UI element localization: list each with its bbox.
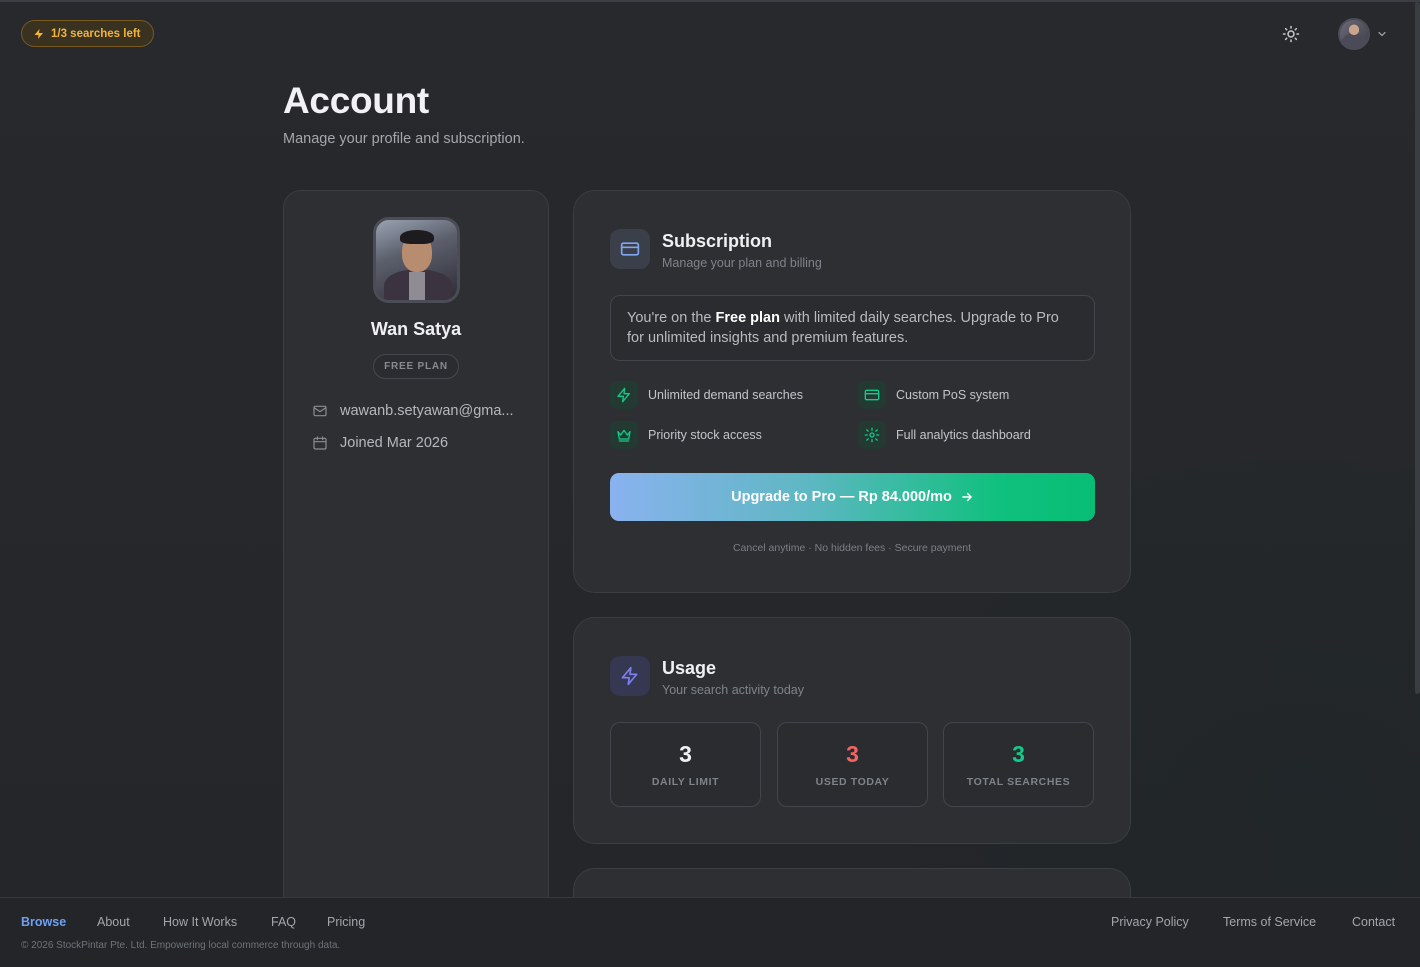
theme-toggle-button[interactable] (1279, 22, 1303, 46)
footer-link-faq[interactable]: FAQ (271, 915, 296, 929)
feature-label: Unlimited demand searches (648, 388, 803, 402)
scrollbar[interactable] (1415, 2, 1420, 694)
plan-name: Free plan (715, 310, 780, 326)
stat-label: TOTAL SEARCHES (966, 776, 1071, 788)
footer-link-privacy[interactable]: Privacy Policy (1111, 915, 1189, 929)
feature-label: Priority stock access (648, 428, 762, 442)
footer: Browse About How It Works FAQ Pricing Pr… (0, 897, 1420, 967)
stat-value: 3 (846, 741, 859, 767)
usage-card: Usage Your search activity today 3 DAILY… (573, 617, 1131, 844)
feature-item: Unlimited demand searches (610, 381, 803, 409)
plan-note: You're on the Free plan with limited dai… (610, 295, 1095, 361)
mail-icon (313, 405, 327, 417)
footer-link-how-it-works[interactable]: How It Works (163, 915, 237, 929)
chevron-down-icon (1378, 31, 1386, 37)
footer-link-terms[interactable]: Terms of Service (1223, 915, 1316, 929)
credit-card-icon (610, 229, 650, 269)
footer-link-browse[interactable]: Browse (21, 915, 66, 929)
subscription-subtitle: Manage your plan and billing (662, 256, 822, 270)
fine-print: Cancel anytime · No hidden fees · Secure… (732, 542, 972, 554)
gear-icon (858, 421, 886, 449)
top-border (0, 0, 1420, 2)
upgrade-button[interactable]: Upgrade to Pro — Rp 84.000/mo (610, 473, 1095, 521)
searches-left-label: 1/3 searches left (51, 27, 141, 40)
feature-item: Custom PoS system (858, 381, 1009, 409)
zap-icon (34, 28, 43, 39)
user-menu-button[interactable] (1338, 18, 1388, 50)
crown-icon (610, 421, 638, 449)
usage-title: Usage (662, 658, 717, 678)
feature-label: Custom PoS system (896, 388, 1010, 402)
upgrade-label: Upgrade to Pro — Rp 84.000/mo (731, 489, 952, 505)
stat-value: 3 (679, 741, 692, 767)
stat-label: USED TODAY (815, 776, 890, 788)
feature-item: Full analytics dashboard (858, 421, 1031, 449)
feature-item: Priority stock access (610, 421, 762, 449)
searches-left-badge[interactable]: 1/3 searches left (21, 20, 154, 47)
usage-subtitle: Your search activity today (662, 683, 804, 697)
joined-text: Joined Mar 2026 (340, 435, 449, 451)
arrow-right-icon (962, 492, 972, 502)
zap-icon (610, 381, 638, 409)
avatar (1338, 18, 1370, 50)
plan-badge: FREE PLAN (373, 354, 459, 379)
stat-daily-limit: 3 DAILY LIMIT (610, 722, 761, 807)
subscription-title: Subscription (662, 231, 773, 251)
stat-used-today: 3 USED TODAY (777, 722, 928, 807)
credit-card-icon (858, 381, 886, 409)
stat-value: 3 (1012, 741, 1025, 767)
calendar-icon (313, 436, 327, 450)
page-title: Account (283, 80, 429, 121)
zap-icon (610, 656, 650, 696)
profile-card: Wan Satya FREE PLAN wawanb.setyawan@gma.… (283, 190, 549, 930)
feature-label: Full analytics dashboard (896, 428, 1031, 442)
email-text: wawanb.setyawan@gma... (340, 403, 514, 419)
sun-icon (1282, 25, 1300, 43)
email-row: wawanb.setyawan@gma... (312, 403, 532, 419)
footer-link-contact[interactable]: Contact (1352, 915, 1395, 929)
page-subtitle: Manage your profile and subscription. (283, 131, 525, 147)
stat-total-searches: 3 TOTAL SEARCHES (943, 722, 1094, 807)
stat-label: DAILY LIMIT (651, 776, 720, 788)
footer-link-about[interactable]: About (97, 915, 130, 929)
copyright: © 2026 StockPintar Pte. Ltd. Empowering … (21, 940, 341, 951)
profile-avatar[interactable] (373, 217, 460, 303)
subscription-card: Subscription Manage your plan and billin… (573, 190, 1131, 593)
profile-name: Wan Satya (370, 319, 462, 339)
joined-row: Joined Mar 2026 (312, 435, 532, 451)
footer-link-pricing[interactable]: Pricing (327, 915, 365, 929)
